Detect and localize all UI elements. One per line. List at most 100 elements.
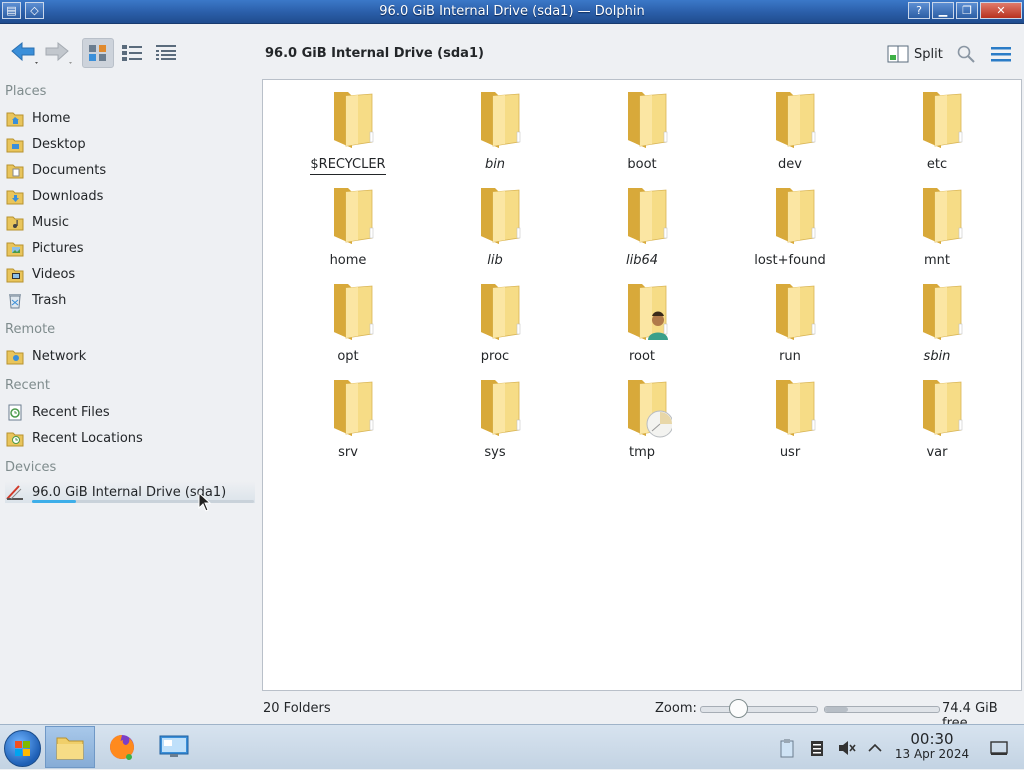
folder-item[interactable]: boot	[582, 80, 702, 176]
folder-item[interactable]: sys	[435, 368, 555, 464]
recent-header: Recent	[5, 378, 50, 393]
toolbar: 96.0 GiB Internal Drive (sda1) Split	[0, 24, 1024, 80]
sidebar-item-home[interactable]: Home	[5, 107, 255, 129]
split-button[interactable]: Split	[887, 42, 943, 66]
folder-item[interactable]: lost+found	[730, 176, 850, 272]
split-label: Split	[914, 46, 943, 62]
sidebar-item-videos[interactable]: Videos	[5, 263, 255, 285]
sidebar-item-documents[interactable]: Documents	[5, 159, 255, 181]
folder-item[interactable]: var	[877, 368, 997, 464]
taskbar-dolphin[interactable]	[45, 726, 95, 768]
home-folder-icon	[5, 108, 25, 128]
clock-time: 00:30	[910, 730, 954, 748]
device-capacity-bar	[32, 500, 254, 503]
folder-name-text: mnt	[924, 253, 950, 268]
folder-item[interactable]: srv	[288, 368, 408, 464]
volume-muted-icon[interactable]	[836, 737, 858, 759]
folder-icon	[481, 380, 521, 436]
folder-item[interactable]: opt	[288, 272, 408, 368]
sidebar-item-recent-files[interactable]: Recent Files	[5, 401, 255, 423]
minimize-button[interactable]: ▁	[932, 2, 954, 19]
start-menu-button[interactable]	[4, 730, 41, 767]
zoom-slider-handle[interactable]	[728, 699, 748, 718]
folder-name: usr	[730, 445, 850, 460]
folder-name: sys	[435, 445, 555, 460]
taskbar-firefox[interactable]	[97, 726, 147, 768]
window-title: 96.0 GiB Internal Drive (sda1) — Dolphin	[379, 4, 645, 19]
folder-icon	[776, 284, 816, 340]
search-button[interactable]	[953, 41, 979, 67]
folder-item[interactable]: etc	[877, 80, 997, 176]
sidebar-item-trash[interactable]: Trash	[5, 289, 255, 311]
folder-item[interactable]: proc	[435, 272, 555, 368]
details-view-icon	[156, 45, 176, 60]
folder-name: sbin	[877, 349, 997, 364]
menu-button[interactable]	[988, 41, 1014, 67]
folder-item[interactable]: bin	[435, 80, 555, 176]
tray-expand-icon[interactable]	[864, 737, 886, 759]
notes-tray-icon[interactable]	[806, 737, 828, 759]
sidebar-item-label: Home	[32, 110, 71, 126]
folder-item[interactable]: home	[288, 176, 408, 272]
folder-item[interactable]: lib64	[582, 176, 702, 272]
taskbar: 00:30 13 Apr 2024	[0, 724, 1024, 769]
folder-item[interactable]: usr	[730, 368, 850, 464]
recent-locations-icon	[5, 428, 25, 448]
folder-name-text: root	[628, 349, 656, 364]
sidebar-item-label: Pictures	[32, 240, 84, 256]
folder-item[interactable]: mnt	[877, 176, 997, 272]
sidebar-item-label: Trash	[32, 292, 67, 308]
trash-icon	[5, 290, 25, 310]
zoom-slider[interactable]	[700, 699, 818, 718]
split-view-icon	[887, 45, 909, 63]
forward-arrow-icon	[45, 41, 72, 64]
folder-item[interactable]: run	[730, 272, 850, 368]
folder-icon	[628, 380, 672, 438]
file-view[interactable]: $RECYCLER bin boot dev etc home lib lib64 lost+f…	[262, 79, 1022, 691]
recent-files-icon	[5, 402, 25, 422]
sidebar-item-label: Downloads	[32, 188, 104, 204]
folder-item[interactable]: dev	[730, 80, 850, 176]
back-button[interactable]	[8, 39, 40, 67]
clipboard-tray-icon[interactable]	[776, 737, 798, 759]
folder-item[interactable]: $RECYCLER	[288, 80, 408, 176]
taskbar-system-settings[interactable]	[149, 726, 199, 768]
sidebar-item-recent-locations[interactable]: Recent Locations	[5, 427, 255, 449]
folder-name-text: var	[926, 445, 948, 460]
sidebar-item-label: Recent Locations	[32, 430, 143, 446]
folder-item[interactable]: tmp	[582, 368, 702, 464]
folder-icon	[334, 380, 374, 436]
sidebar-item-downloads[interactable]: Downloads	[5, 185, 255, 207]
sidebar-item-desktop[interactable]: Desktop	[5, 133, 255, 155]
folder-item[interactable]: lib	[435, 176, 555, 272]
sidebar-item-music[interactable]: Music	[5, 211, 255, 233]
folder-name-text: bin	[484, 157, 506, 172]
folder-name-text: usr	[779, 445, 801, 460]
folder-icon	[334, 188, 374, 244]
title-bar[interactable]: ▤ ◇ 96.0 GiB Internal Drive (sda1) — Dol…	[0, 0, 1024, 24]
sidebar-item-pictures[interactable]: Pictures	[5, 237, 255, 259]
location-label[interactable]: 96.0 GiB Internal Drive (sda1)	[265, 46, 484, 61]
sidebar-item-network[interactable]: Network	[5, 345, 255, 367]
folder-item[interactable]: root	[582, 272, 702, 368]
folder-name-text: dev	[778, 157, 802, 172]
folder-name: srv	[288, 445, 408, 460]
close-button[interactable]: ✕	[980, 2, 1022, 19]
maximize-button[interactable]: ❐	[956, 2, 978, 19]
folder-item[interactable]: sbin	[877, 272, 997, 368]
details-view-button[interactable]	[150, 38, 182, 68]
show-desktop-icon[interactable]	[988, 737, 1010, 759]
system-settings-icon	[159, 735, 189, 757]
folder-name-text: lost+found	[754, 253, 826, 268]
folder-name: mnt	[877, 253, 997, 268]
folder-name: root	[582, 349, 702, 364]
folder-icon	[923, 92, 963, 148]
compact-view-button[interactable]	[116, 38, 148, 68]
clock-date: 13 Apr 2024	[894, 747, 970, 761]
music-folder-icon	[5, 212, 25, 232]
folder-name-text: lib	[487, 253, 503, 268]
help-button[interactable]: ?	[908, 2, 930, 19]
icons-view-button[interactable]	[82, 38, 114, 68]
forward-button[interactable]	[42, 39, 74, 67]
clock[interactable]: 00:30 13 Apr 2024	[888, 731, 976, 762]
